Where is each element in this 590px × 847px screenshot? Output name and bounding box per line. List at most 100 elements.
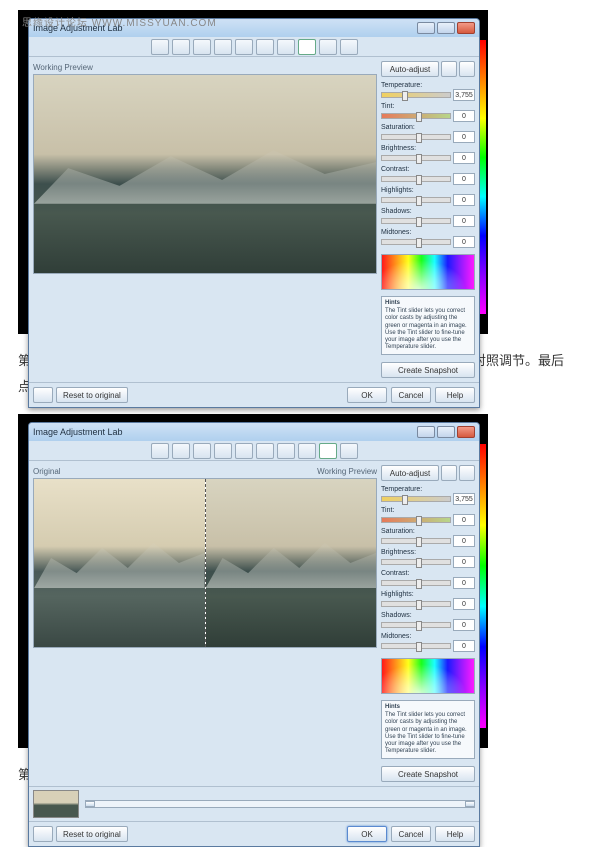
actual-size-icon[interactable] bbox=[277, 39, 295, 55]
shadows-slider[interactable] bbox=[381, 218, 451, 224]
zoom-in-icon[interactable] bbox=[214, 443, 232, 459]
actual-size-icon[interactable] bbox=[277, 443, 295, 459]
temperature-value[interactable]: 3,755 bbox=[453, 89, 475, 101]
black-point-picker-icon[interactable] bbox=[459, 61, 475, 77]
brightness-slider[interactable] bbox=[381, 559, 451, 565]
shadows-slider[interactable] bbox=[381, 622, 451, 628]
undo-icon[interactable] bbox=[33, 387, 53, 403]
color-palette-strip bbox=[480, 444, 486, 728]
highlights-value[interactable]: 0 bbox=[453, 194, 475, 206]
original-label: Original bbox=[33, 467, 61, 476]
saturation-slider[interactable] bbox=[381, 538, 451, 544]
adjustment-lab-window-split: Image Adjustment Lab bbox=[28, 422, 480, 847]
zoom-in-icon[interactable] bbox=[214, 39, 232, 55]
dual-preview-icon[interactable] bbox=[340, 443, 358, 459]
single-preview-icon[interactable] bbox=[298, 39, 316, 55]
fit-icon[interactable] bbox=[256, 39, 274, 55]
pan-icon[interactable] bbox=[193, 39, 211, 55]
working-preview-label: Working Preview bbox=[317, 467, 377, 476]
help-button[interactable]: Help bbox=[435, 387, 475, 403]
working-preview bbox=[206, 479, 377, 647]
create-snapshot-button[interactable]: Create Snapshot bbox=[381, 362, 475, 378]
saturation-label: Saturation: bbox=[381, 124, 475, 131]
toolbar bbox=[29, 441, 479, 461]
white-point-picker-icon[interactable] bbox=[441, 61, 457, 77]
rotate-cw-icon[interactable] bbox=[172, 443, 190, 459]
help-button[interactable]: Help bbox=[435, 826, 475, 842]
adjustment-panel: Auto-adjust Temperature:3,755 Tint:0 Sat… bbox=[381, 61, 475, 378]
undo-icon[interactable] bbox=[33, 826, 53, 842]
reset-button[interactable]: Reset to original bbox=[56, 826, 128, 842]
highlights-slider[interactable] bbox=[381, 197, 451, 203]
close-button[interactable] bbox=[457, 426, 475, 438]
saturation-slider[interactable] bbox=[381, 134, 451, 140]
contrast-slider[interactable] bbox=[381, 176, 451, 182]
hints-title: Hints bbox=[385, 300, 471, 307]
tint-value[interactable]: 0 bbox=[453, 110, 475, 122]
single-preview-icon[interactable] bbox=[298, 443, 316, 459]
color-palette-strip bbox=[480, 40, 486, 314]
tint-slider[interactable] bbox=[381, 113, 451, 119]
midtones-value[interactable]: 0 bbox=[453, 236, 475, 248]
ok-button[interactable]: OK bbox=[347, 387, 387, 403]
original-preview bbox=[34, 479, 205, 647]
zoom-out-icon[interactable] bbox=[235, 443, 253, 459]
white-point-picker-icon[interactable] bbox=[441, 465, 457, 481]
reset-button[interactable]: Reset to original bbox=[56, 387, 128, 403]
adjustment-lab-window: Image Adjustment Lab bbox=[28, 18, 480, 408]
contrast-label: Contrast: bbox=[381, 166, 475, 173]
snapshot-thumbnails bbox=[29, 786, 479, 821]
thumbnail-scrollbar[interactable] bbox=[85, 800, 475, 808]
auto-adjust-button[interactable]: Auto-adjust bbox=[381, 61, 439, 77]
maximize-button[interactable] bbox=[437, 22, 455, 34]
maximize-button[interactable] bbox=[437, 426, 455, 438]
snapshot-thumbnail[interactable] bbox=[33, 790, 79, 818]
window-title: Image Adjustment Lab bbox=[33, 427, 123, 437]
histogram bbox=[381, 254, 475, 290]
midtones-slider[interactable] bbox=[381, 239, 451, 245]
auto-adjust-button[interactable]: Auto-adjust bbox=[381, 465, 439, 481]
rotate-cw-icon[interactable] bbox=[172, 39, 190, 55]
cancel-button[interactable]: Cancel bbox=[391, 826, 431, 842]
temperature-slider[interactable] bbox=[381, 92, 451, 98]
midtones-slider[interactable] bbox=[381, 643, 451, 649]
fit-icon[interactable] bbox=[256, 443, 274, 459]
split-preview-icon[interactable] bbox=[319, 39, 337, 55]
cancel-button[interactable]: Cancel bbox=[391, 387, 431, 403]
temperature-slider[interactable] bbox=[381, 496, 451, 502]
screenshot-step4: 思缘设计论坛 WWW.MISSYUAN.COM Image Adjustment… bbox=[18, 10, 488, 334]
ok-button[interactable]: OK bbox=[347, 826, 387, 842]
saturation-value[interactable]: 0 bbox=[453, 131, 475, 143]
midtones-label: Midtones: bbox=[381, 229, 475, 236]
black-point-picker-icon[interactable] bbox=[459, 465, 475, 481]
shadows-value[interactable]: 0 bbox=[453, 215, 475, 227]
hints-box: Hints The Tint slider lets you correct c… bbox=[381, 296, 475, 355]
zoom-out-icon[interactable] bbox=[235, 39, 253, 55]
brightness-value[interactable]: 0 bbox=[453, 152, 475, 164]
highlights-label: Highlights: bbox=[381, 187, 475, 194]
histogram bbox=[381, 658, 475, 694]
close-button[interactable] bbox=[457, 22, 475, 34]
temperature-label: Temperature: bbox=[381, 82, 475, 89]
minimize-button[interactable] bbox=[417, 426, 435, 438]
contrast-value[interactable]: 0 bbox=[453, 173, 475, 185]
rotate-ccw-icon[interactable] bbox=[151, 39, 169, 55]
dual-preview-icon[interactable] bbox=[340, 39, 358, 55]
highlights-slider[interactable] bbox=[381, 601, 451, 607]
brightness-label: Brightness: bbox=[381, 145, 475, 152]
split-preview-icon[interactable] bbox=[319, 443, 337, 459]
hints-box: Hints The Tint slider lets you correct c… bbox=[381, 700, 475, 759]
preview-label: Working Preview bbox=[33, 63, 93, 72]
preview-area-split: Original Working Preview bbox=[33, 465, 377, 782]
toolbar bbox=[29, 37, 479, 57]
screenshot-step5: Image Adjustment Lab bbox=[18, 414, 488, 748]
preview-image bbox=[33, 74, 377, 274]
tint-slider[interactable] bbox=[381, 517, 451, 523]
brightness-slider[interactable] bbox=[381, 155, 451, 161]
contrast-slider[interactable] bbox=[381, 580, 451, 586]
shadows-label: Shadows: bbox=[381, 208, 475, 215]
rotate-ccw-icon[interactable] bbox=[151, 443, 169, 459]
adjustment-panel: Auto-adjust Temperature:3,755 Tint:0 Sat… bbox=[381, 465, 475, 782]
pan-icon[interactable] bbox=[193, 443, 211, 459]
minimize-button[interactable] bbox=[417, 22, 435, 34]
